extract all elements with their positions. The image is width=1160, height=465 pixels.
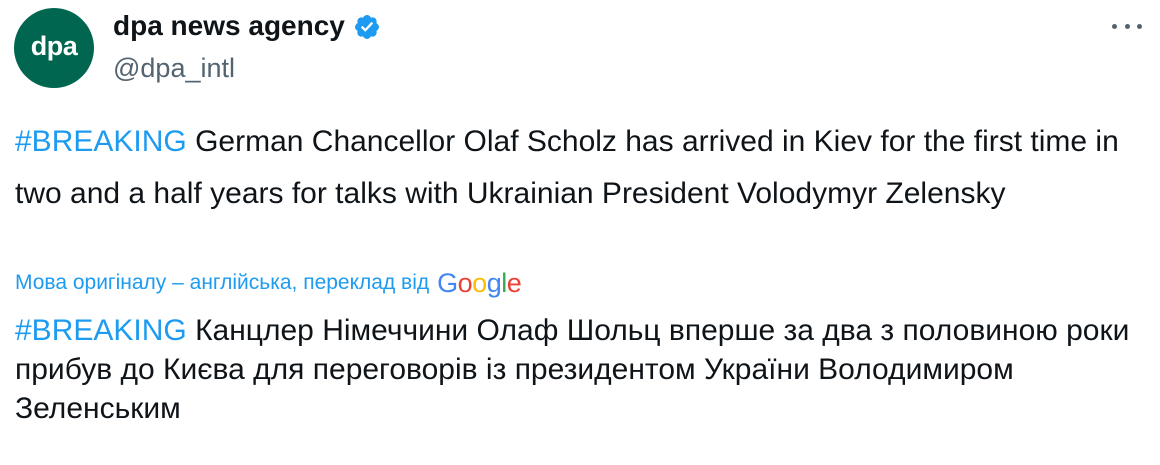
tweet-card: dpa dpa news agency @dpa_intl #BREAKING … — [0, 0, 1160, 465]
translated-tweet-text: #BREAKING Канцлер Німеччини Олаф Шольц в… — [15, 311, 1135, 428]
tweet-text: #BREAKING German Chancellor Olaf Scholz … — [15, 116, 1135, 220]
translation-attribution[interactable]: Мова оригіналу – англійська, переклад ві… — [15, 268, 522, 298]
google-logo: Google — [437, 268, 522, 298]
avatar[interactable]: dpa — [14, 8, 94, 88]
verified-badge-icon[interactable] — [353, 13, 381, 41]
translation-label[interactable]: Мова оригіналу – англійська, переклад ві… — [15, 268, 429, 298]
account-handle[interactable]: @dpa_intl — [113, 52, 235, 84]
author-name-row: dpa news agency — [113, 9, 381, 43]
avatar-logo-text: dpa — [30, 31, 78, 61]
dot — [1112, 23, 1117, 29]
hashtag-link[interactable]: #BREAKING — [15, 314, 187, 347]
hashtag-link[interactable]: #BREAKING — [15, 125, 187, 158]
more-horizontal-icon[interactable] — [1112, 14, 1142, 38]
dot — [1137, 23, 1142, 29]
display-name[interactable]: dpa news agency — [113, 9, 345, 43]
dot — [1124, 23, 1130, 29]
